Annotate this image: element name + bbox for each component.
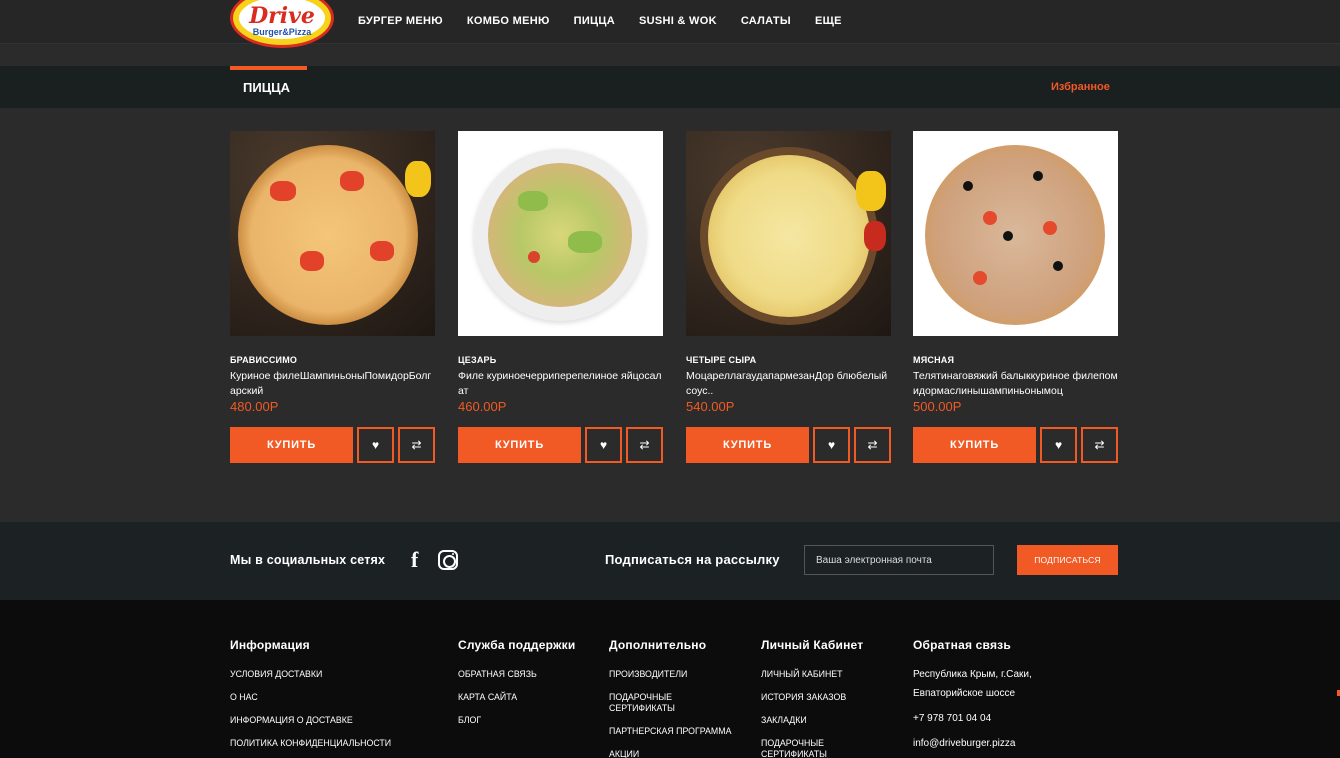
footer-support-title: Служба поддержки	[458, 638, 576, 652]
heart-icon: ♥	[599, 438, 608, 452]
product-image[interactable]	[913, 131, 1118, 336]
nav-combo-menu[interactable]: КОМБО МЕНЮ	[467, 15, 550, 27]
buy-button[interactable]: КУПИТЬ	[913, 427, 1036, 463]
footer-account-title: Личный Кабинет	[761, 638, 864, 652]
footer-account-column: Личный Кабинет ЛИЧНЫЙ КАБИНЕТ ИСТОРИЯ ЗА…	[761, 638, 863, 758]
buy-button[interactable]: КУПИТЬ	[686, 427, 809, 463]
product-card: ЦЕЗАРЬ Филе куриноечерриперепелиное яйцо…	[458, 131, 663, 466]
add-to-wishlist-button[interactable]: ♥	[813, 427, 850, 463]
logo-subtitle: Burger&Pizza	[252, 27, 312, 37]
footer-extra-column: Дополнительно ПРОИЗВОДИТЕЛИ ПОДАРОЧНЫЕ С…	[609, 638, 739, 758]
product-price: 460.00Р	[458, 399, 507, 414]
product-image[interactable]	[458, 131, 663, 336]
footer-link[interactable]: ПАРТНЕРСКАЯ ПРОГРАММА	[609, 726, 739, 737]
category-bar: ПИЦЦА Избранное	[0, 66, 1340, 108]
footer-link[interactable]: ЛИЧНЫЙ КАБИНЕТ	[761, 669, 856, 680]
contact-email[interactable]: info@driveburger.pizza	[913, 735, 1053, 753]
product-price: 540.00Р	[686, 399, 735, 414]
footer-link[interactable]: ПОДАРОЧНЫЕ СЕРТИФИКАТЫ	[761, 738, 856, 758]
footer-link[interactable]: ИСТОРИЯ ЗАКАЗОВ	[761, 692, 856, 703]
subscribe-label: Подписаться на рассылку	[605, 552, 780, 567]
email-input[interactable]	[804, 545, 994, 575]
add-to-wishlist-button[interactable]: ♥	[1040, 427, 1077, 463]
top-navigation: Drive Burger&Pizza БУРГЕР МЕНЮ КОМБО МЕН…	[0, 0, 1340, 48]
product-price: 480.00Р	[230, 399, 279, 414]
footer-extra-title: Дополнительно	[609, 638, 707, 652]
product-name[interactable]: ЧЕТЫРЕ СЫРА	[686, 355, 756, 365]
product-name[interactable]: МЯСНАЯ	[913, 355, 954, 365]
compare-icon: ⇄	[411, 438, 422, 452]
facebook-icon[interactable]: f	[411, 547, 418, 573]
product-description: Телятинаговяжий балыккуриное филепомидор…	[913, 370, 1118, 397]
nav-more[interactable]: ЕЩЕ	[815, 15, 842, 27]
product-description: Куриное филеШампиньоныПомидорБолгарский	[230, 370, 432, 397]
compare-button[interactable]: ⇄	[854, 427, 891, 463]
footer-support-column: Служба поддержки ОБРАТНАЯ СВЯЗЬ КАРТА СА…	[458, 638, 575, 738]
product-grid: БРАВИССИМО Куриное филеШампиньоныПомидор…	[230, 131, 1120, 471]
footer-link[interactable]: АКЦИИ	[609, 749, 704, 758]
compare-icon: ⇄	[639, 438, 650, 452]
product-image[interactable]	[230, 131, 435, 336]
footer-link[interactable]: ПРОИЗВОДИТЕЛИ	[609, 669, 704, 680]
product-description: Филе куриноечерриперепелиное яйцосалат	[458, 370, 662, 397]
add-to-wishlist-button[interactable]: ♥	[357, 427, 394, 463]
nav-salads[interactable]: САЛАТЫ	[741, 15, 791, 27]
contact-address: Республика Крым, г.Саки, Евпаторийское ш…	[913, 669, 1032, 699]
footer-link[interactable]: ОБРАТНАЯ СВЯЗЬ	[458, 669, 575, 680]
product-description: МоцареллагаудапармезанДор блюбелый соус.…	[686, 370, 888, 397]
footer-link[interactable]: ПОЛИТИКА КОНФИДЕНЦИАЛЬНОСТИ	[230, 738, 391, 749]
product-card: ЧЕТЫРЕ СЫРА МоцареллагаудапармезанДор бл…	[686, 131, 891, 466]
category-accent-line	[230, 66, 307, 70]
buy-button[interactable]: КУПИТЬ	[230, 427, 353, 463]
product-card: БРАВИССИМО Куриное филеШампиньоныПомидор…	[230, 131, 435, 466]
product-name[interactable]: БРАВИССИМО	[230, 355, 297, 365]
logo-title: Drive	[249, 3, 315, 29]
heart-icon: ♥	[1054, 438, 1063, 452]
nav-pizza[interactable]: ПИЦЦА	[574, 15, 615, 27]
footer: Информация УСЛОВИЯ ДОСТАВКИ О НАС ИНФОРМ…	[0, 600, 1340, 758]
compare-icon: ⇄	[1094, 438, 1105, 452]
compare-button[interactable]: ⇄	[398, 427, 435, 463]
page-title: ПИЦЦА	[243, 80, 291, 95]
instagram-icon[interactable]	[438, 550, 458, 570]
footer-link[interactable]: БЛОГ	[458, 715, 575, 726]
buy-button[interactable]: КУПИТЬ	[458, 427, 581, 463]
compare-button[interactable]: ⇄	[1081, 427, 1118, 463]
footer-contact-column: Обратная связь Республика Крым, г.Саки, …	[913, 638, 1053, 758]
footer-link[interactable]: ПОДАРОЧНЫЕ СЕРТИФИКАТЫ	[609, 692, 704, 714]
favorites-link[interactable]: Избранное	[1051, 81, 1110, 93]
footer-contact-title: Обратная связь	[913, 638, 1011, 652]
compare-icon: ⇄	[867, 438, 878, 452]
footer-info-title: Информация	[230, 638, 310, 652]
subscribe-button[interactable]: ПОДПИСАТЬСЯ	[1017, 545, 1118, 575]
footer-link[interactable]: УСЛОВИЯ ДОСТАВКИ	[230, 669, 391, 680]
product-name[interactable]: ЦЕЗАРЬ	[458, 355, 496, 365]
heart-icon: ♥	[371, 438, 380, 452]
compare-button[interactable]: ⇄	[626, 427, 663, 463]
nav-burger-menu[interactable]: БУРГЕР МЕНЮ	[358, 15, 443, 27]
social-label: Мы в социальных сетях	[230, 553, 386, 567]
footer-info-column: Информация УСЛОВИЯ ДОСТАВКИ О НАС ИНФОРМ…	[230, 638, 391, 758]
add-to-wishlist-button[interactable]: ♥	[585, 427, 622, 463]
main-menu: БУРГЕР МЕНЮ КОМБО МЕНЮ ПИЦЦА SUSHI & WOK…	[358, 15, 842, 27]
social-subscribe-bar: Мы в социальных сетях f Подписаться на р…	[0, 522, 1340, 600]
nav-sushi-wok[interactable]: SUSHI & WOK	[639, 15, 717, 27]
footer-link[interactable]: КАРТА САЙТА	[458, 692, 575, 703]
logo[interactable]: Drive Burger&Pizza	[230, 0, 334, 48]
footer-link[interactable]: О НАС	[230, 692, 391, 703]
product-image[interactable]	[686, 131, 891, 336]
footer-link[interactable]: ЗАКЛАДКИ	[761, 715, 856, 726]
heart-icon: ♥	[827, 438, 836, 452]
product-card: МЯСНАЯ Телятинаговяжий балыккуриное филе…	[913, 131, 1118, 466]
footer-link[interactable]: ИНФОРМАЦИЯ О ДОСТАВКЕ	[230, 715, 391, 726]
product-price: 500.00Р	[913, 399, 962, 414]
contact-phone[interactable]: +7 978 701 04 04	[913, 710, 1053, 728]
